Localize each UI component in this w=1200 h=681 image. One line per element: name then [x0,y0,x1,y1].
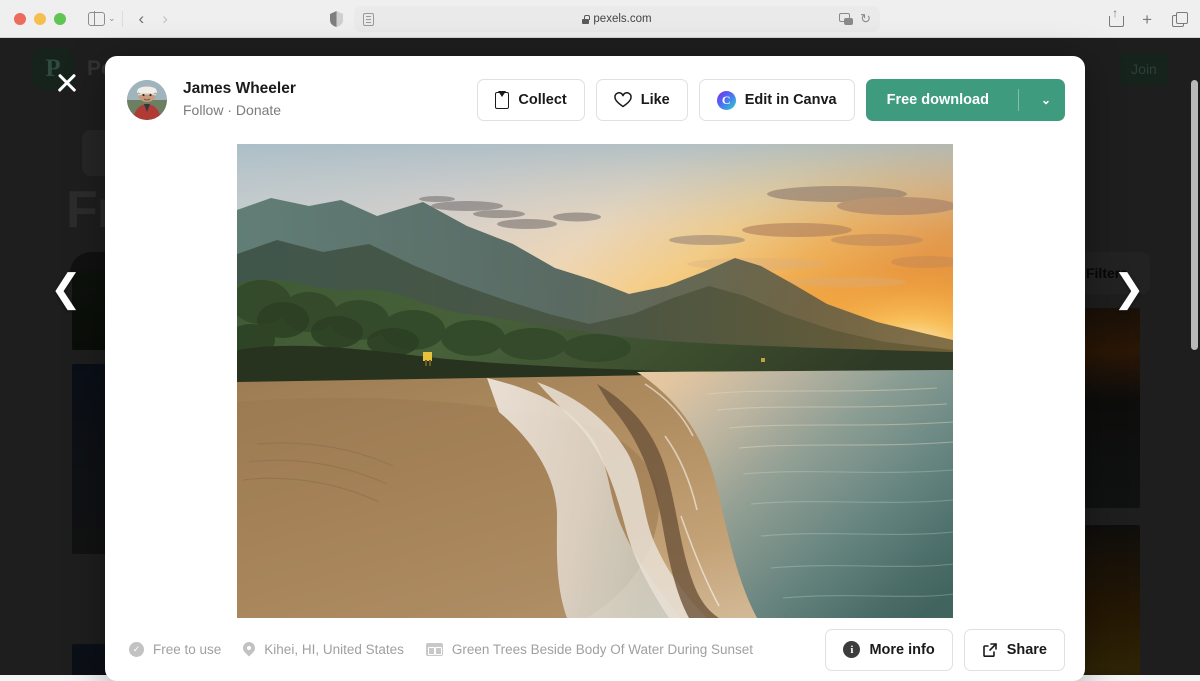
meta-separator: · [227,101,233,118]
collect-label: Collect [518,92,567,108]
gallery-thumbnail[interactable] [72,364,108,554]
share-label: Share [1006,641,1047,658]
license-label: Free to use [153,642,222,657]
privacy-shield-icon[interactable] [330,11,343,27]
share-icon[interactable] [1109,7,1125,27]
heart-icon [613,92,632,108]
check-circle-icon: ✓ [129,642,144,657]
edit-in-canva-label: Edit in Canva [744,92,837,108]
photo-detail-modal: James Wheeler Follow · Donate Collect Li… [105,56,1085,681]
chevron-down-icon[interactable]: ⌄ [108,13,116,24]
edit-in-canva-button[interactable]: C Edit in Canva [698,79,855,121]
location-pin-icon [243,642,255,657]
share-button[interactable]: Share [963,628,1065,671]
external-link-icon [982,642,998,658]
author-meta: Follow · Donate [183,100,296,121]
window-traffic-lights[interactable] [14,12,66,25]
new-tab-button[interactable]: + [1142,11,1152,28]
address-bar[interactable]: pexels.com ↻ [354,6,880,32]
url-display: pexels.com [354,13,880,25]
address-bar-region: pexels.com ↻ [330,6,880,32]
more-info-button[interactable]: i More info [825,628,953,671]
page-scrollbar[interactable] [1191,80,1198,350]
join-button[interactable]: Join [1120,52,1168,86]
button-divider [1017,89,1019,111]
like-label: Like [640,92,670,108]
photo-image[interactable] [237,144,953,618]
modal-header: James Wheeler Follow · Donate Collect Li… [105,56,1085,144]
canva-icon: C [716,90,736,110]
sidebar-toggle-button[interactable]: ⌄ [88,10,116,27]
translate-icon[interactable] [839,13,854,25]
photo-title: Green Trees Beside Body Of Water During … [451,642,754,657]
free-download-button[interactable]: Free download ⌄ [865,79,1065,121]
prev-photo-button[interactable]: ❮ [50,266,82,311]
collect-button[interactable]: Collect [477,79,585,121]
bookmark-icon [495,91,510,109]
free-download-label: Free download [886,92,989,108]
download-options-chevron-down-icon[interactable]: ⌄ [1028,80,1064,120]
toolbar-divider [121,10,123,27]
lock-icon [582,14,590,24]
back-button[interactable]: ‹ [139,9,145,29]
sidebar-icon [88,10,105,27]
location-meta[interactable]: Kihei, HI, United States [243,642,404,657]
author-block: James Wheeler Follow · Donate [183,79,296,121]
info-icon: i [843,641,861,658]
donate-link[interactable]: Donate [236,102,281,118]
next-photo-button[interactable]: ❯ [1113,266,1145,311]
author-name[interactable]: James Wheeler [183,79,296,100]
gallery-thumbnail[interactable] [1085,525,1140,675]
location-label: Kihei, HI, United States [264,642,404,657]
reload-icon[interactable]: ↻ [860,11,871,27]
caption-icon [425,643,443,656]
url-text: pexels.com [593,13,652,25]
gallery-thumbnail[interactable] [72,644,108,675]
tab-overview-icon[interactable] [1172,12,1188,27]
gallery-thumbnail[interactable] [1085,308,1140,508]
browser-chrome: ⌄ ‹ › pexels.com ↻ + [0,0,1200,38]
forward-button[interactable]: › [162,9,168,29]
follow-link[interactable]: Follow [183,102,223,118]
close-modal-button[interactable] [54,70,79,95]
more-info-label: More info [869,641,935,658]
minimize-window-button[interactable] [34,12,46,25]
avatar[interactable] [127,80,167,120]
modal-actions: Collect Like C Edit in Canva Free downlo… [477,79,1065,121]
like-button[interactable]: Like [595,79,688,121]
license-meta: ✓ Free to use [129,642,221,657]
maximize-window-button[interactable] [54,12,66,25]
close-window-button[interactable] [14,12,26,25]
modal-footer: ✓ Free to use Kihei, HI, United States G… [105,618,1085,681]
photo-title-meta: Green Trees Beside Body Of Water During … [425,642,754,657]
